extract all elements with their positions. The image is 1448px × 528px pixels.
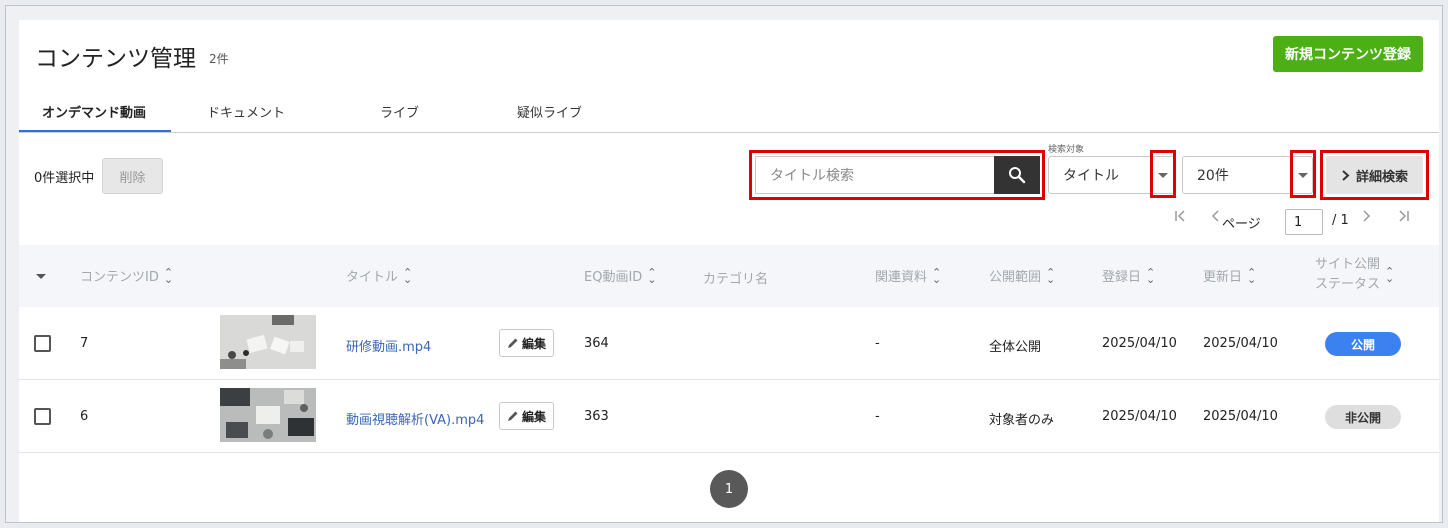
content-count: 2件 — [209, 52, 229, 66]
tab-bar: オンデマンド動画 ドキュメント ライブ 疑似ライブ — [19, 90, 1439, 133]
page-title: コンテンツ管理 — [35, 46, 196, 72]
first-page-icon[interactable] — [1174, 210, 1188, 226]
tab-pseudo-live[interactable]: 疑似ライブ — [517, 102, 582, 121]
search-target-label: 検索対象 — [1048, 145, 1085, 155]
content-id: 6 — [80, 409, 89, 424]
updated-date: 2025/04/10 — [1203, 409, 1278, 424]
header-updated-label: 更新日 — [1203, 270, 1243, 285]
detail-search-button[interactable]: 詳細検索 — [1326, 156, 1423, 194]
chevron-right-icon — [1342, 169, 1350, 181]
header-eq-id-label: EQ動画ID — [584, 270, 643, 285]
table-row: 7 研修動画.mp4 編集 364 - 全体公開 2025/04/10 2025… — [19, 307, 1439, 380]
last-page-icon[interactable] — [1396, 210, 1410, 226]
tab-document[interactable]: ドキュメント — [207, 102, 285, 121]
header-related[interactable]: 関連資料 ⌃ ⌄ — [875, 266, 941, 286]
publish-scope: 対象者のみ — [989, 413, 1055, 428]
related-materials: - — [875, 409, 880, 424]
publish-scope: 全体公開 — [989, 340, 1042, 355]
search-button[interactable] — [994, 156, 1040, 194]
video-thumbnail[interactable] — [220, 315, 316, 369]
header-registered-label: 登録日 — [1102, 270, 1142, 285]
registered-date: 2025/04/10 — [1102, 336, 1177, 351]
header-status-label-2: ステータス — [1315, 277, 1381, 292]
tab-live[interactable]: ライブ — [380, 102, 419, 121]
sort-icon[interactable]: ⌃ ⌄ — [1046, 267, 1055, 285]
header-title[interactable]: タイトル ⌃ ⌄ — [346, 266, 412, 286]
next-page-icon[interactable] — [1361, 210, 1371, 226]
content-card: コンテンツ管理 2件 新規コンテンツ登録 オンデマンド動画 ドキュメント ライブ… — [19, 20, 1439, 522]
header-title-label: タイトル — [346, 270, 399, 285]
content-id: 7 — [80, 336, 89, 351]
row-checkbox[interactable] — [34, 408, 51, 425]
video-thumbnail[interactable] — [220, 388, 316, 442]
header-category: カテゴリ名 — [703, 268, 768, 287]
edit-button[interactable]: 編集 — [499, 402, 554, 430]
header-updated[interactable]: 更新日 ⌃ ⌄ — [1203, 266, 1256, 286]
title-link[interactable]: 動画視聴解析(VA).mp4 — [346, 409, 484, 428]
header-content-id-label: コンテンツID — [80, 270, 159, 285]
page-number-input[interactable]: 1 — [1285, 209, 1323, 235]
sort-icon[interactable]: ⌃ ⌄ — [647, 267, 656, 285]
selection-count: 0件選択中 — [34, 171, 95, 186]
header-site-status[interactable]: サイト公開 ステータス ⌃ ⌄ — [1315, 255, 1394, 295]
tab-on-demand-video[interactable]: オンデマンド動画 — [42, 102, 146, 121]
sort-icon[interactable]: ⌃ ⌄ — [932, 267, 941, 285]
edit-label: 編集 — [521, 336, 546, 351]
header-eq-id[interactable]: EQ動画ID ⌃ ⌄ — [584, 266, 657, 286]
edit-label: 編集 — [521, 409, 546, 424]
delete-button[interactable]: 削除 — [102, 158, 163, 194]
page-total: / 1 — [1332, 213, 1349, 228]
pagination-page-button[interactable]: 1 — [710, 470, 748, 508]
eq-id: 364 — [584, 336, 609, 351]
search-input[interactable]: タイトル検索 — [755, 156, 995, 194]
table-row: 6 動画視聴解析(VA).mp4 編集 363 - 対象者のみ 2025/04/… — [19, 380, 1439, 453]
status-badge: 非公開 — [1325, 405, 1401, 429]
eq-id: 363 — [584, 409, 609, 424]
updated-date: 2025/04/10 — [1203, 336, 1278, 351]
header-related-label: 関連資料 — [875, 270, 928, 285]
title-link[interactable]: 研修動画.mp4 — [346, 336, 431, 355]
active-tab-indicator — [19, 130, 171, 132]
registered-date: 2025/04/10 — [1102, 409, 1177, 424]
page-label: ページ — [1222, 217, 1261, 232]
window-frame: コンテンツ管理 2件 新規コンテンツ登録 オンデマンド動画 ドキュメント ライブ… — [5, 5, 1443, 523]
detail-search-label: 詳細検索 — [1355, 169, 1408, 185]
header-scope-label: 公開範囲 — [989, 270, 1042, 285]
sort-icon[interactable]: ⌃ ⌄ — [164, 267, 173, 285]
select-all-dropdown-icon[interactable] — [36, 274, 46, 279]
header-registered[interactable]: 登録日 ⌃ ⌄ — [1102, 266, 1155, 286]
sort-icon[interactable]: ⌃ ⌄ — [1146, 267, 1155, 285]
search-icon — [1009, 167, 1026, 184]
pencil-icon — [507, 338, 518, 348]
status-badge: 公開 — [1325, 332, 1401, 356]
header-scope[interactable]: 公開範囲 ⌃ ⌄ — [989, 266, 1055, 286]
sort-icon[interactable]: ⌃ ⌄ — [403, 267, 412, 285]
sort-icon[interactable]: ⌃ ⌄ — [1247, 267, 1256, 285]
new-content-button[interactable]: 新規コンテンツ登録 — [1273, 36, 1423, 72]
header-content-id[interactable]: コンテンツID ⌃ ⌄ — [80, 266, 173, 286]
table-header: コンテンツID ⌃ ⌄ タイトル ⌃ ⌄ EQ動画ID ⌃ ⌄ カテゴリ名 関連資料 … — [19, 245, 1439, 307]
edit-button[interactable]: 編集 — [499, 329, 554, 357]
chevron-down-icon[interactable] — [1158, 173, 1168, 178]
chevron-down-icon[interactable] — [1298, 173, 1308, 178]
header-status-label-1: サイト公開 — [1315, 257, 1381, 272]
pencil-icon — [507, 411, 518, 421]
row-checkbox[interactable] — [34, 335, 51, 352]
prev-page-icon[interactable] — [1211, 210, 1221, 226]
sort-icon[interactable]: ⌃ ⌄ — [1385, 266, 1394, 284]
header-category-label: カテゴリ名 — [703, 272, 769, 287]
related-materials: - — [875, 336, 880, 351]
